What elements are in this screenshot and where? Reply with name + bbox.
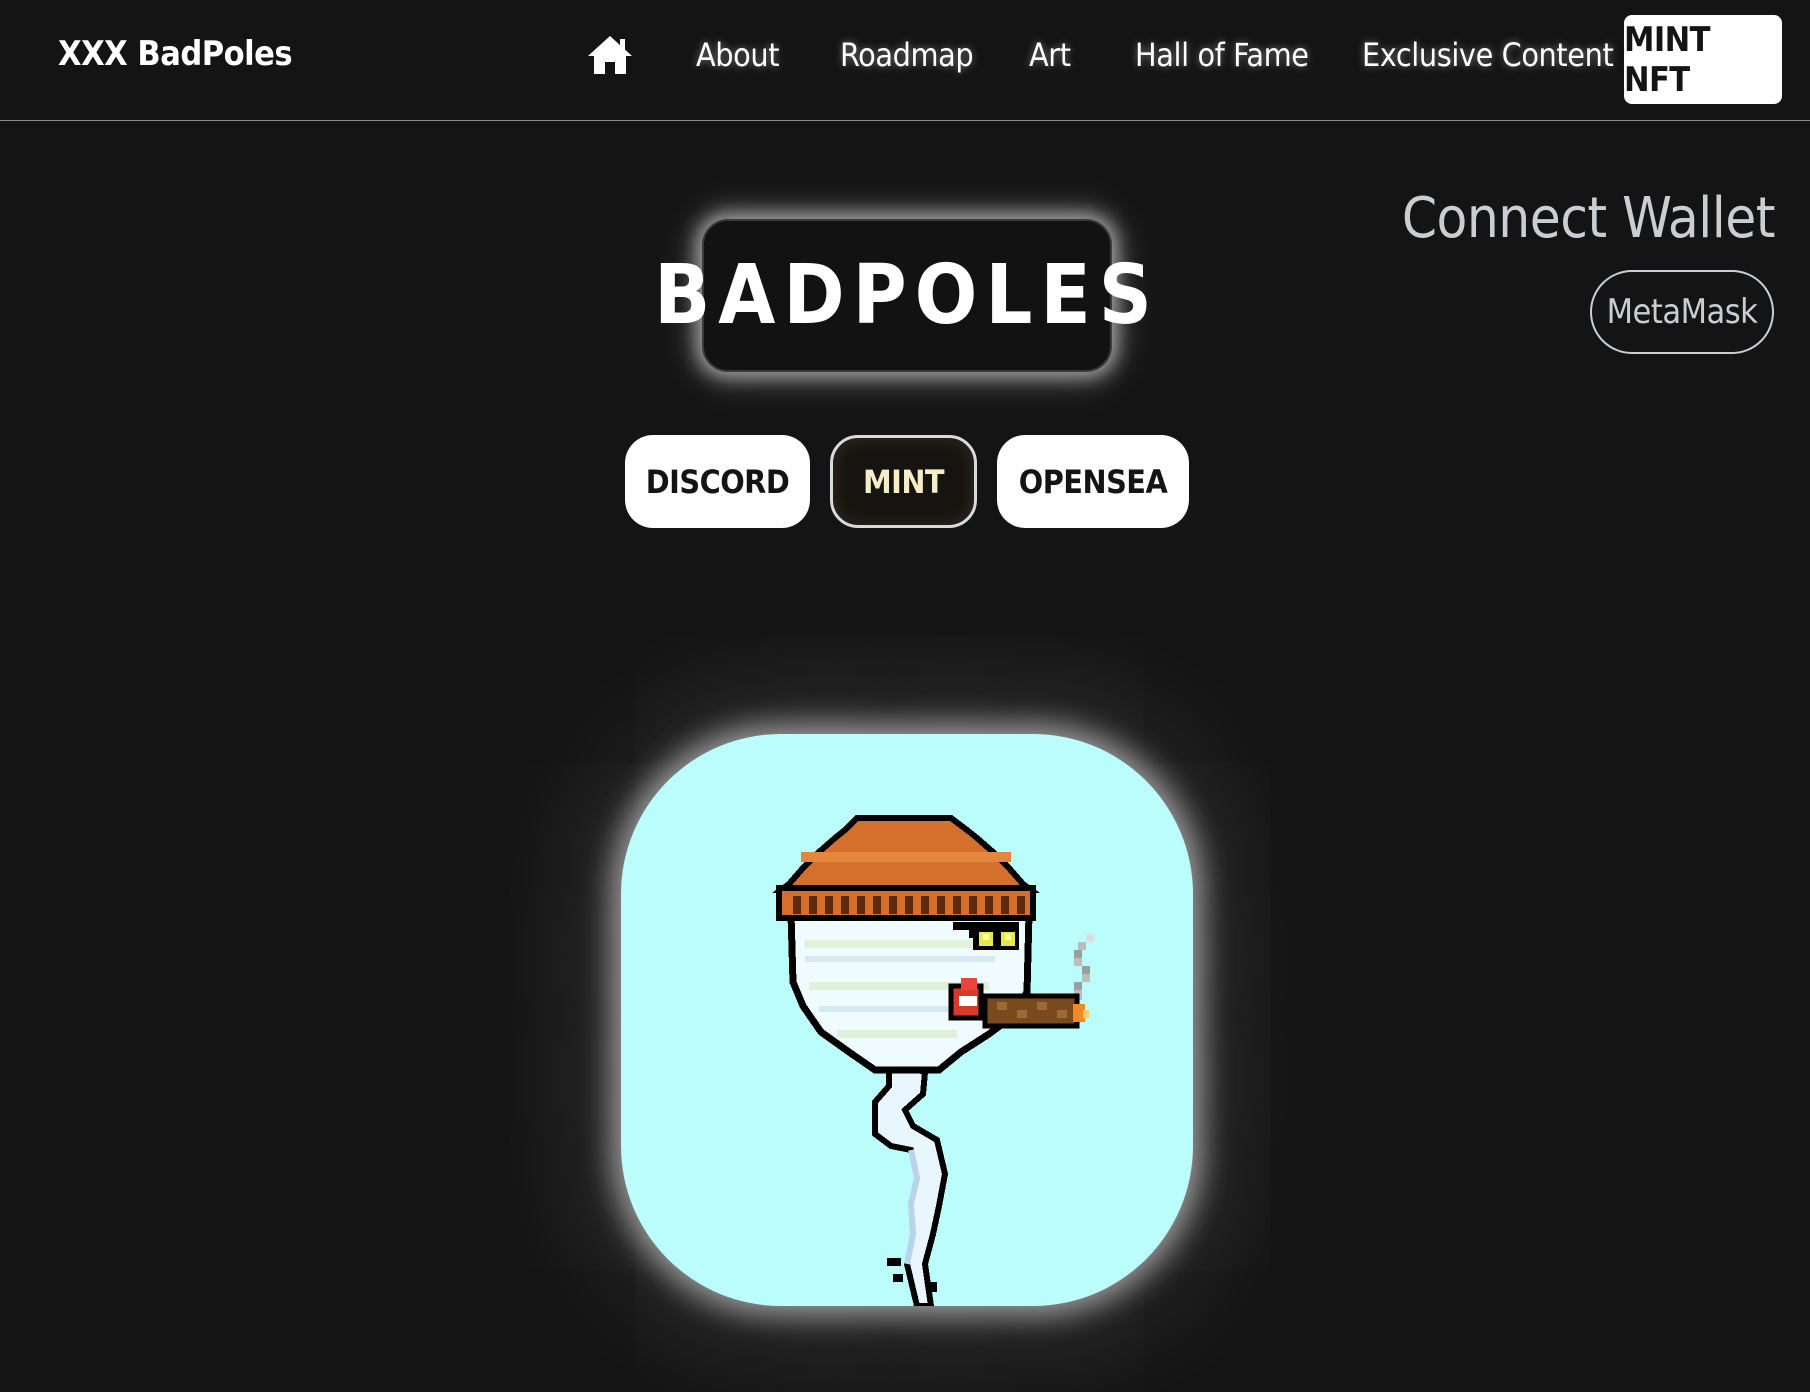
navbar: XXX BadPoles About Roadmap Art Hall of F… [0, 0, 1810, 121]
nav-link-art[interactable]: Art [1029, 36, 1071, 74]
connect-wallet-title: Connect Wallet [1401, 186, 1776, 251]
nav-link-about[interactable]: About [696, 36, 780, 74]
opensea-button[interactable]: OPENSEA [997, 435, 1189, 528]
nav-links: About Roadmap Art Hall of Fame Exclusive… [0, 0, 1810, 120]
page: XXX BadPoles About Roadmap Art Hall of F… [0, 0, 1810, 1392]
hero-title-box: BADPOLES [654, 219, 1152, 372]
badpole-character-illustration [772, 815, 1094, 1306]
hero-title: BADPOLES [654, 248, 1160, 343]
home-icon[interactable] [586, 34, 634, 76]
nav-link-exclusive-content[interactable]: Exclusive Content [1362, 36, 1614, 74]
nav-link-roadmap[interactable]: Roadmap [840, 36, 974, 74]
mouth [948, 978, 984, 1021]
smoke-icon [1074, 934, 1094, 1000]
nav-link-hall-of-fame[interactable]: Hall of Fame [1135, 36, 1309, 74]
hat [772, 815, 1040, 921]
discord-button[interactable]: DISCORD [625, 435, 810, 528]
metamask-button[interactable]: MetaMask [1590, 270, 1774, 354]
nft-image [621, 734, 1193, 1306]
mint-button[interactable]: MINT [830, 435, 977, 528]
cigar-icon [982, 993, 1089, 1029]
pole-stem [872, 1058, 949, 1306]
mint-nft-button[interactable]: MINT NFT [1624, 15, 1782, 104]
